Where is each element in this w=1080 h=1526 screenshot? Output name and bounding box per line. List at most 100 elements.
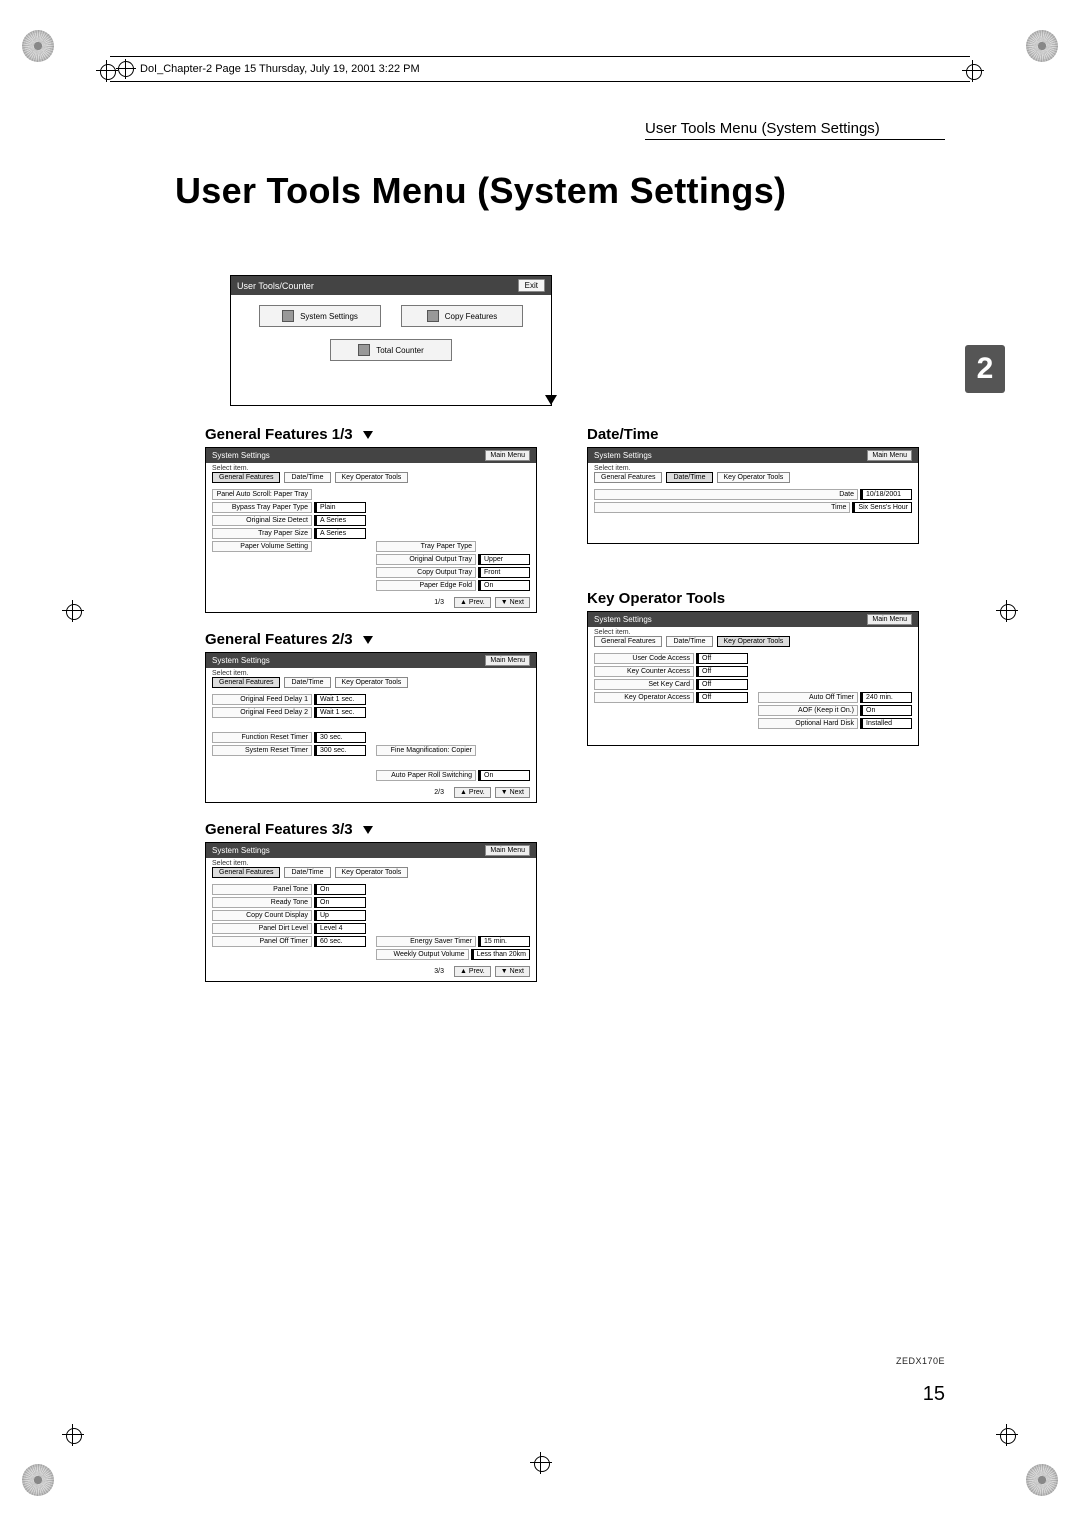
tab-keyop[interactable]: Key Operator Tools bbox=[717, 472, 791, 483]
setting-row[interactable]: Weekly Output VolumeLess than 20km bbox=[376, 949, 530, 960]
setting-row[interactable]: Set Key CardOff bbox=[594, 679, 748, 690]
prev-button[interactable]: ▲ Prev. bbox=[454, 966, 491, 977]
setting-value: 30 sec. bbox=[314, 732, 366, 743]
document-id: ZEDX170E bbox=[896, 1356, 945, 1366]
mini-title: System Settings bbox=[594, 615, 652, 624]
next-button[interactable]: ▼ Next bbox=[495, 966, 530, 977]
setting-row[interactable]: Auto Paper Roll SwitchingOn bbox=[376, 770, 530, 781]
setting-row[interactable]: Paper Volume Setting bbox=[212, 541, 366, 552]
gf1-label: General Features 1/3 bbox=[205, 426, 537, 443]
page-indicator: 1/3 bbox=[434, 599, 444, 606]
arrow-down-icon bbox=[363, 431, 373, 439]
tab-keyop[interactable]: Key Operator Tools bbox=[335, 677, 409, 688]
crosshair-mark bbox=[996, 600, 1018, 622]
main-menu-button[interactable]: Main Menu bbox=[867, 450, 912, 461]
tab-datetime[interactable]: Date/Time bbox=[284, 472, 330, 483]
registration-disc bbox=[22, 30, 54, 62]
setting-key: Bypass Tray Paper Type bbox=[212, 502, 312, 513]
setting-value: Off bbox=[696, 692, 748, 703]
setting-key: Paper Edge Fold bbox=[376, 580, 476, 591]
setting-row[interactable]: Panel Off Timer60 sec. bbox=[212, 936, 366, 947]
setting-row[interactable]: Original Size DetectA Series bbox=[212, 515, 366, 526]
keyop-screen: System Settings Main Menu Select item. G… bbox=[587, 611, 919, 746]
setting-value: On bbox=[478, 770, 530, 781]
total-counter-label: Total Counter bbox=[376, 346, 424, 355]
tab-datetime[interactable]: Date/Time bbox=[284, 677, 330, 688]
setting-row[interactable]: Bypass Tray Paper TypePlain bbox=[212, 502, 366, 513]
setting-row[interactable]: Panel Dirt LevelLevel 4 bbox=[212, 923, 366, 934]
setting-key: Copy Output Tray bbox=[376, 567, 476, 578]
setting-row[interactable]: Function Reset Timer30 sec. bbox=[212, 732, 366, 743]
setting-row[interactable]: User Code AccessOff bbox=[594, 653, 748, 664]
setting-value: Level 4 bbox=[314, 923, 366, 934]
setting-row[interactable]: Copy Count DisplayUp bbox=[212, 910, 366, 921]
running-header: DoI_Chapter-2 Page 15 Thursday, July 19,… bbox=[110, 56, 970, 82]
next-button[interactable]: ▼ Next bbox=[495, 597, 530, 608]
setting-row[interactable]: Key Counter AccessOff bbox=[594, 666, 748, 677]
select-item-label: Select item. bbox=[588, 463, 918, 472]
setting-value: 10/18/2001 bbox=[860, 489, 912, 500]
tab-keyop[interactable]: Key Operator Tools bbox=[335, 472, 409, 483]
setting-row[interactable]: AOF (Keep it On.)On bbox=[758, 705, 912, 716]
setting-value: Wait 1 sec. bbox=[314, 694, 366, 705]
setting-row[interactable]: Fine Magnification: Copier bbox=[376, 745, 530, 756]
datetime-label: Date/Time bbox=[587, 426, 919, 443]
main-menu-button[interactable]: Main Menu bbox=[485, 450, 530, 461]
setting-row[interactable]: Paper Edge FoldOn bbox=[376, 580, 530, 591]
tab-general[interactable]: General Features bbox=[212, 677, 280, 688]
setting-value: Installed bbox=[860, 718, 912, 729]
setting-row[interactable]: Energy Saver Timer15 min. bbox=[376, 936, 530, 947]
tab-general[interactable]: General Features bbox=[594, 636, 662, 647]
setting-row[interactable]: Original Feed Delay 2Wait 1 sec. bbox=[212, 707, 366, 718]
setting-key: Tray Paper Size bbox=[212, 528, 312, 539]
setting-row[interactable]: Original Output TrayUpper bbox=[376, 554, 530, 565]
prev-button[interactable]: ▲ Prev. bbox=[454, 787, 491, 798]
main-menu-button[interactable]: Main Menu bbox=[485, 845, 530, 856]
copy-icon bbox=[427, 310, 439, 322]
setting-row[interactable]: Date10/18/2001 bbox=[594, 489, 912, 500]
total-counter-button[interactable]: Total Counter bbox=[330, 339, 452, 361]
setting-key: Energy Saver Timer bbox=[376, 936, 476, 947]
select-item-label: Select item. bbox=[588, 627, 918, 636]
tab-datetime[interactable]: Date/Time bbox=[666, 636, 712, 647]
exit-button[interactable]: Exit bbox=[518, 279, 545, 292]
setting-row[interactable]: Key Operator AccessOff bbox=[594, 692, 748, 703]
setting-row[interactable]: TimeSix Sens's Hour bbox=[594, 502, 912, 513]
setting-row[interactable]: Panel Auto Scroll: Paper Tray bbox=[212, 489, 366, 500]
prev-button[interactable]: ▲ Prev. bbox=[454, 597, 491, 608]
page-indicator: 3/3 bbox=[434, 968, 444, 975]
setting-row[interactable]: Original Feed Delay 1Wait 1 sec. bbox=[212, 694, 366, 705]
setting-value: On bbox=[314, 884, 366, 895]
tab-general[interactable]: General Features bbox=[212, 472, 280, 483]
setting-value: Wait 1 sec. bbox=[314, 707, 366, 718]
setting-row[interactable]: Panel ToneOn bbox=[212, 884, 366, 895]
setting-row[interactable]: Auto Off Timer240 min. bbox=[758, 692, 912, 703]
next-button[interactable]: ▼ Next bbox=[495, 787, 530, 798]
tab-general[interactable]: General Features bbox=[594, 472, 662, 483]
setting-value: Six Sens's Hour bbox=[852, 502, 912, 513]
setting-key: Original Size Detect bbox=[212, 515, 312, 526]
section-title-small: User Tools Menu (System Settings) bbox=[645, 120, 945, 140]
setting-row[interactable]: Tray Paper Type bbox=[376, 541, 530, 552]
registration-disc bbox=[1026, 30, 1058, 62]
tab-keyop[interactable]: Key Operator Tools bbox=[335, 867, 409, 878]
setting-value: Plain bbox=[314, 502, 366, 513]
setting-row[interactable]: System Reset Timer300 sec. bbox=[212, 745, 366, 756]
main-menu-button[interactable]: Main Menu bbox=[867, 614, 912, 625]
tab-datetime[interactable]: Date/Time bbox=[666, 472, 712, 483]
main-menu-button[interactable]: Main Menu bbox=[485, 655, 530, 666]
setting-row[interactable]: Optional Hard DiskInstalled bbox=[758, 718, 912, 729]
tab-keyop[interactable]: Key Operator Tools bbox=[717, 636, 791, 647]
left-column: General Features 1/3 System Settings Mai… bbox=[205, 426, 537, 1000]
system-settings-button[interactable]: System Settings bbox=[259, 305, 381, 327]
setting-key: Tray Paper Type bbox=[376, 541, 476, 552]
tab-general[interactable]: General Features bbox=[212, 867, 280, 878]
setting-row[interactable]: Copy Output TrayFront bbox=[376, 567, 530, 578]
copy-features-button[interactable]: Copy Features bbox=[401, 305, 523, 327]
setting-key: Panel Tone bbox=[212, 884, 312, 895]
setting-row[interactable]: Tray Paper SizeA Series bbox=[212, 528, 366, 539]
setting-row[interactable]: Ready ToneOn bbox=[212, 897, 366, 908]
setting-value: Upper bbox=[478, 554, 530, 565]
tab-datetime[interactable]: Date/Time bbox=[284, 867, 330, 878]
gf2-screen: System Settings Main Menu Select item. G… bbox=[205, 652, 537, 803]
